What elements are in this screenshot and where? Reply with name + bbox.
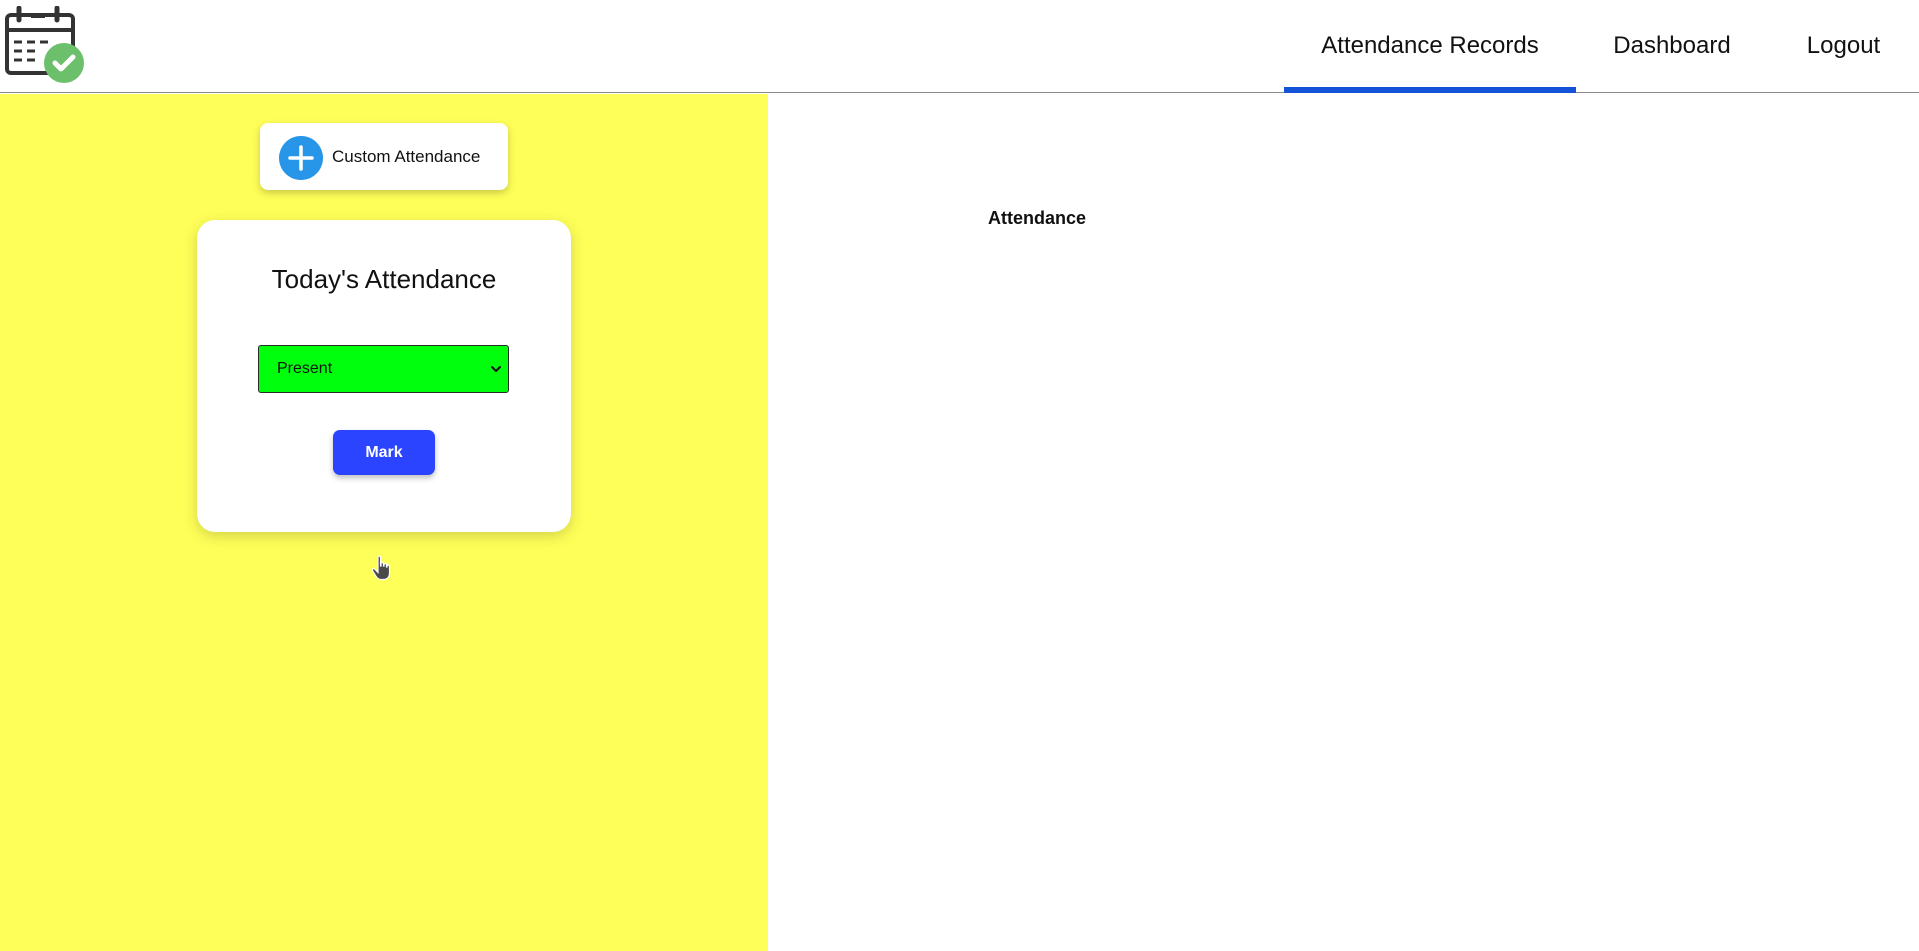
nav-logout[interactable]: Logout: [1768, 0, 1919, 93]
left-panel: Custom Attendance Today's Attendance Pre…: [0, 94, 768, 951]
custom-attendance-button[interactable]: Custom Attendance: [260, 123, 508, 190]
attendance-section-title: Attendance: [988, 208, 1087, 228]
nav-attendance-records[interactable]: Attendance Records: [1284, 0, 1576, 93]
nav-logout-label: Logout: [1806, 31, 1881, 59]
calendar-check-icon[interactable]: [4, 6, 86, 86]
nav-attendance-records-label: Attendance Records: [1321, 31, 1539, 59]
nav-dashboard[interactable]: Dashboard: [1576, 0, 1768, 93]
custom-attendance-label: Custom Attendance: [332, 147, 481, 166]
plus-circle-icon: [279, 136, 323, 180]
nav-dashboard-label: Dashboard: [1613, 31, 1731, 59]
select-value: Present: [277, 360, 333, 377]
card-title: Today's Attendance: [271, 264, 497, 294]
attendance-status-select[interactable]: Present: [258, 345, 509, 393]
hand-cursor-icon: [371, 555, 391, 581]
mark-button[interactable]: Mark: [333, 430, 435, 475]
todays-attendance-card: Today's Attendance Present Mark: [197, 220, 571, 532]
top-navbar: Attendance Records Dashboard Logout: [0, 0, 1919, 93]
main-nav: Attendance Records Dashboard Logout: [1284, 0, 1919, 93]
active-tab-indicator: [1284, 87, 1576, 93]
chevron-down-icon: [491, 366, 501, 372]
